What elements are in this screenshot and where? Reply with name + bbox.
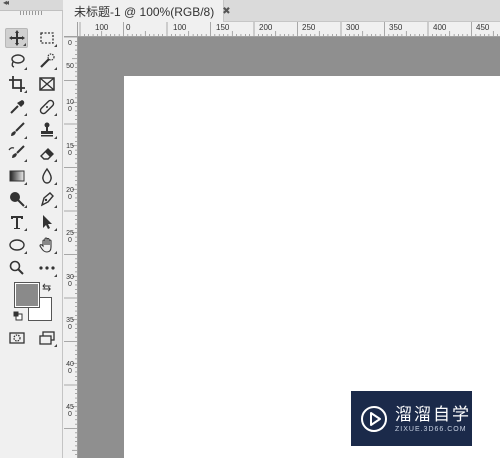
play-logo-icon [361, 405, 387, 432]
ruler-label: 150 [66, 143, 74, 157]
ruler-label: 0 [68, 40, 72, 47]
ruler-origin[interactable] [64, 22, 78, 37]
panel-collapse-bar[interactable]: ◂◂ [0, 0, 63, 11]
ruler-label: 150 [216, 23, 230, 32]
stamp-icon [40, 122, 53, 137]
brush-icon [10, 122, 25, 136]
watermark-badge: 溜溜自学 ZIXUE.3D66.COM [351, 391, 472, 446]
ruler-label: 400 [433, 23, 447, 32]
ruler-label: 300 [66, 274, 74, 288]
quick-mask-tool[interactable] [5, 328, 28, 348]
tools-panel: ◂◂ ⇆ [0, 0, 63, 458]
ruler-label: 200 [259, 23, 273, 32]
gradient-icon [9, 170, 24, 182]
hand-tool[interactable] [35, 235, 58, 255]
zoom-icon [9, 260, 24, 275]
dodge-tool[interactable] [5, 189, 28, 209]
document-tab-bar: 未标题-1 @ 100%(RGB/8) ✖ [64, 0, 500, 22]
type-tool[interactable] [5, 212, 28, 232]
screen-mode-icon [38, 331, 55, 345]
blur-tool[interactable] [35, 166, 58, 186]
more-tools[interactable] [35, 258, 58, 278]
panel-grip[interactable] [20, 11, 42, 15]
ruler-label: 100 [173, 23, 187, 32]
gradient-tool[interactable] [5, 166, 28, 186]
ruler-label: 250 [302, 23, 316, 32]
pen-icon [40, 192, 54, 207]
watermark-title: 溜溜自学 [395, 404, 471, 424]
screen-mode-tool[interactable] [35, 328, 58, 348]
eraser-icon [39, 148, 54, 160]
path-select-tool[interactable] [35, 212, 58, 232]
vertical-ruler[interactable]: 0 50 100 150 200 250 300 350 400 450 [64, 37, 78, 458]
healing-tool[interactable] [35, 97, 58, 117]
watermark-subtitle: ZIXUE.3D66.COM [395, 425, 467, 433]
frame-tool[interactable] [35, 74, 58, 94]
close-icon[interactable]: ✖ [222, 6, 230, 17]
dodge-icon [9, 192, 25, 207]
foreground-color-swatch[interactable] [14, 282, 40, 308]
ellipsis-icon [38, 266, 55, 270]
quick-select-icon [39, 53, 55, 68]
default-colors-icon[interactable] [13, 311, 23, 321]
quick-select-tool[interactable] [35, 51, 58, 71]
ruler-label: 350 [389, 23, 403, 32]
ruler-label: 350 [66, 317, 74, 331]
crop-tool[interactable] [5, 74, 28, 94]
eraser-tool[interactable] [35, 143, 58, 163]
horizontal-ruler[interactable]: 100 0 100 150 200 250 300 350 400 450 [78, 22, 500, 37]
ruler-label: 400 [66, 361, 74, 375]
shape-tool[interactable] [5, 235, 28, 255]
lasso-icon [10, 54, 25, 68]
arrow-icon [42, 215, 52, 229]
type-icon [10, 216, 23, 229]
crop-icon [8, 76, 25, 92]
bandage-icon [39, 99, 54, 115]
ruler-label: 450 [476, 23, 490, 32]
document-tab[interactable]: 未标题-1 @ 100%(RGB/8) ✖ [64, 0, 231, 22]
drop-icon [41, 167, 52, 184]
history-brush-tool[interactable] [5, 143, 28, 163]
ruler-label: 450 [66, 404, 74, 418]
ruler-label: 250 [66, 230, 74, 244]
brush-tool[interactable] [5, 120, 28, 140]
stamp-tool[interactable] [35, 120, 58, 140]
collapse-icon[interactable]: ◂◂ [3, 0, 9, 7]
ruler-label: 100 [66, 99, 74, 113]
history-brush-icon [8, 145, 25, 158]
rect-marquee-icon [39, 32, 54, 44]
lasso-tool[interactable] [5, 51, 28, 71]
swap-colors-icon[interactable]: ⇆ [42, 281, 51, 294]
ruler-label: 0 [126, 23, 131, 32]
eyedropper-icon [9, 100, 24, 114]
ruler-label: 300 [346, 23, 360, 32]
ruler-label: 100 [95, 23, 109, 32]
document-tab-title: 未标题-1 @ 100%(RGB/8) [74, 4, 215, 19]
ruler-label: 50 [66, 63, 74, 70]
ruler-label: 200 [66, 187, 74, 201]
quick-mask-icon [8, 332, 25, 344]
zoom-tool[interactable] [5, 258, 28, 278]
marquee-tool[interactable] [35, 28, 58, 48]
move-tool[interactable] [5, 28, 28, 48]
hand-icon [38, 237, 52, 253]
frame-icon [38, 77, 55, 91]
pen-tool[interactable] [35, 189, 58, 209]
eyedropper-tool[interactable] [5, 97, 28, 117]
ellipse-icon [8, 239, 25, 251]
